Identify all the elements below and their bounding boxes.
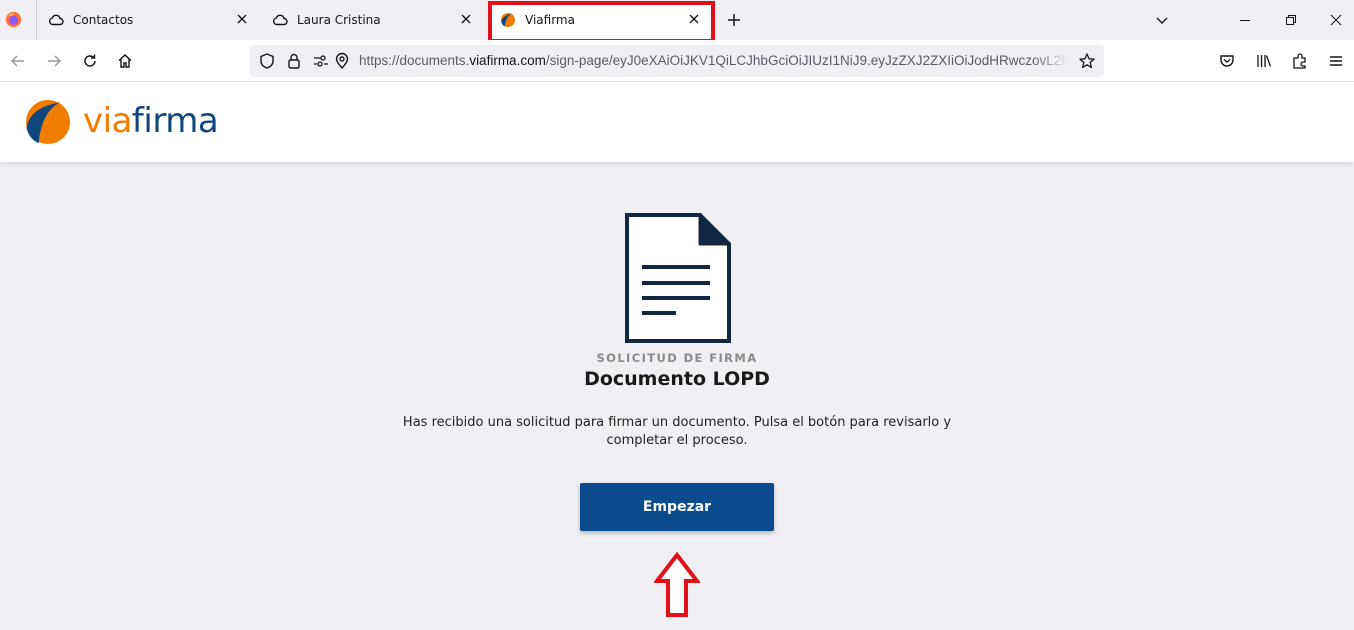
new-tab-icon[interactable]: [725, 11, 743, 29]
close-icon[interactable]: [686, 11, 702, 27]
extensions-icon[interactable]: [1291, 52, 1309, 70]
minimize-icon[interactable]: [1236, 11, 1254, 29]
document-title: Documento LOPD: [584, 368, 770, 390]
navigation-toolbar: https://documents.viafirma.com/sign-page…: [0, 40, 1354, 82]
url-path: /sign-page/eyJ0eXAiOiJKV1QiLCJhbGciOiJIU…: [545, 53, 1069, 68]
url-prefix: https://documents.: [359, 53, 470, 68]
viafirma-logo-icon[interactable]: [25, 99, 71, 145]
tab-label: Viafirma: [525, 13, 575, 27]
close-icon[interactable]: [234, 11, 250, 27]
restore-icon[interactable]: [1282, 11, 1300, 29]
tab-separator: [36, 0, 37, 40]
tab-bar: Contactos Laura Cristina Viafirma: [0, 0, 1354, 43]
home-icon[interactable]: [116, 52, 134, 70]
url-text[interactable]: https://documents.viafirma.com/sign-page…: [359, 53, 1069, 68]
start-button[interactable]: Empezar: [580, 483, 774, 531]
brand-via: via: [83, 101, 132, 141]
permissions-icon[interactable]: [312, 52, 330, 70]
arrow-up-annotation-icon: [654, 552, 700, 617]
tab-laura-cristina[interactable]: Laura Cristina: [262, 0, 484, 40]
close-icon[interactable]: [458, 11, 474, 27]
cloud-icon: [273, 14, 288, 26]
forward-arrow-icon[interactable]: [45, 52, 63, 70]
request-description: Has recibido una solicitud para firmar u…: [402, 415, 952, 448]
shield-icon[interactable]: [258, 52, 276, 70]
tab-label: Contactos: [73, 13, 134, 27]
url-domain: viafirma.com: [469, 53, 546, 68]
request-type-label: SOLICITUD DE FIRMA: [596, 351, 758, 365]
chevron-down-icon[interactable]: [1153, 11, 1171, 29]
cloud-icon: [49, 14, 64, 26]
viafirma-favicon-icon: [501, 13, 515, 27]
tab-viafirma[interactable]: Viafirma: [490, 3, 712, 39]
tab-contactos[interactable]: Contactos: [38, 0, 260, 40]
location-pin-icon[interactable]: [333, 52, 351, 70]
site-header: viafirma: [0, 82, 1354, 162]
bookmark-star-icon[interactable]: [1078, 52, 1096, 70]
address-bar[interactable]: https://documents.viafirma.com/sign-page…: [250, 45, 1104, 77]
lock-icon[interactable]: [285, 52, 303, 70]
firefox-icon[interactable]: [5, 11, 22, 28]
library-icon[interactable]: [1255, 52, 1273, 70]
pocket-icon[interactable]: [1218, 52, 1236, 70]
tab-label: Laura Cristina: [297, 13, 381, 27]
back-arrow-icon[interactable]: [9, 52, 27, 70]
menu-hamburger-icon[interactable]: [1327, 52, 1345, 70]
window-close-icon[interactable]: [1327, 11, 1345, 29]
reload-icon[interactable]: [81, 52, 99, 70]
document-icon: [625, 213, 731, 343]
brand-firma: firma: [131, 101, 219, 141]
brand-wordmark[interactable]: viafirma: [83, 101, 219, 141]
